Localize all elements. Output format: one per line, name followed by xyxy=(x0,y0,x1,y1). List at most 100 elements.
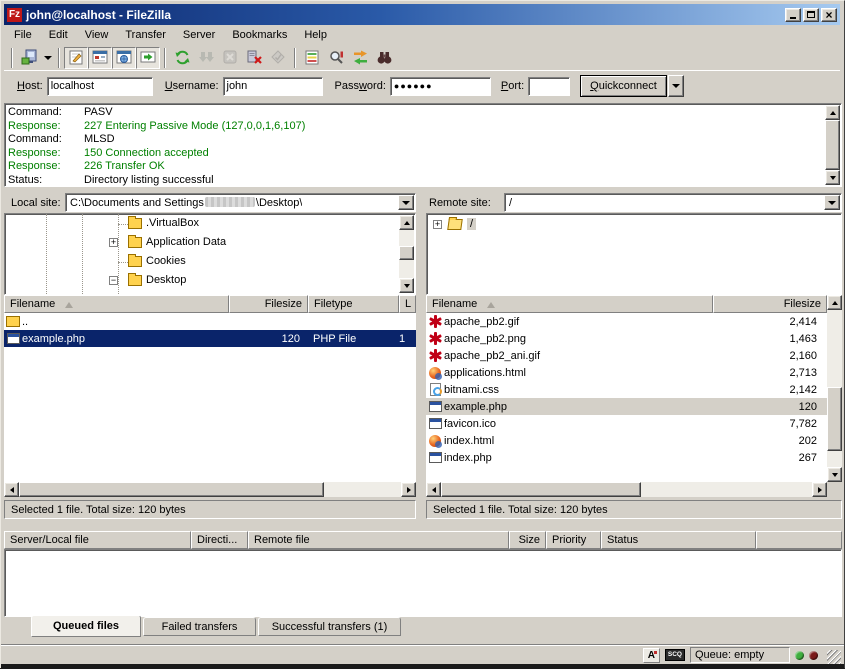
menu-file[interactable]: File xyxy=(6,26,41,44)
password-input[interactable]: ●●●●●● xyxy=(390,77,491,96)
site-manager-button[interactable] xyxy=(17,47,41,69)
toggle-remote-tree-button[interactable] xyxy=(112,47,136,69)
file-row[interactable]: applications.html2,713 xyxy=(426,364,827,381)
find-files-button[interactable] xyxy=(372,47,396,69)
scroll-thumb[interactable] xyxy=(825,120,840,170)
file-row[interactable]: favicon.ico7,782 xyxy=(426,415,827,432)
column-header-filename[interactable]: Filename xyxy=(426,295,713,313)
file-row-example-php[interactable]: example.php120 xyxy=(426,398,827,415)
remote-site-combo[interactable]: / xyxy=(504,193,842,212)
tab-successful-transfers[interactable]: Successful transfers (1) xyxy=(258,617,401,636)
scroll-thumb[interactable] xyxy=(399,246,414,260)
column-header-server-local-file[interactable]: Server/Local file xyxy=(4,531,191,549)
file-row[interactable]: apache_pb2_ani.gif2,160 xyxy=(426,347,827,364)
scroll-up-button[interactable] xyxy=(399,215,414,230)
column-header-direction[interactable]: Directi... xyxy=(191,531,248,549)
scroll-down-button[interactable] xyxy=(827,467,842,482)
tree-item-virtualbox[interactable]: .VirtualBox xyxy=(5,215,415,234)
file-row[interactable]: apache_pb2.gif2,414 xyxy=(426,313,827,330)
column-header-filetype[interactable]: Filetype xyxy=(308,295,399,313)
file-row-example-php[interactable]: example.php 120 PHP File 1 xyxy=(4,330,416,347)
directory-comparison-button[interactable] xyxy=(300,47,324,69)
menu-server[interactable]: Server xyxy=(175,26,224,44)
queue-list[interactable] xyxy=(4,549,842,617)
column-header-filesize[interactable]: Filesize xyxy=(713,295,827,313)
quickconnect-dropdown-button[interactable] xyxy=(668,75,684,97)
close-button[interactable]: × xyxy=(821,8,837,22)
username-input[interactable]: john xyxy=(223,77,323,96)
reconnect-button[interactable] xyxy=(266,47,290,69)
tab-queued-files[interactable]: Queued files xyxy=(31,615,141,637)
port-input[interactable] xyxy=(528,77,570,96)
collapse-minus-icon[interactable]: − xyxy=(109,276,118,285)
menu-view[interactable]: View xyxy=(77,26,118,44)
tree-item-desktop[interactable]: − Desktop xyxy=(5,272,415,291)
tab-failed-transfers[interactable]: Failed transfers xyxy=(143,617,256,636)
tree-item-cookies[interactable]: Cookies xyxy=(5,253,415,272)
menu-bar: File Edit View Transfer Server Bookmarks… xyxy=(4,25,840,45)
scroll-left-button[interactable] xyxy=(426,482,441,497)
scroll-up-button[interactable] xyxy=(827,295,842,310)
file-row[interactable]: bitnami.css2,142 xyxy=(426,381,827,398)
port-label: Port: xyxy=(501,80,524,92)
local-site-combo[interactable]: C:\Documents and Settings\Desktop\ xyxy=(65,193,416,212)
column-header-size[interactable]: Size xyxy=(509,531,546,549)
minimize-button[interactable] xyxy=(785,8,801,22)
host-input[interactable]: localhost xyxy=(47,77,153,96)
column-header-status[interactable]: Status xyxy=(601,531,756,549)
resize-grip[interactable] xyxy=(827,650,841,664)
menu-bookmarks[interactable]: Bookmarks xyxy=(224,26,296,44)
scroll-thumb[interactable] xyxy=(827,387,842,451)
disconnect-button[interactable] xyxy=(242,47,266,69)
column-header-remote-file[interactable]: Remote file xyxy=(248,531,509,549)
column-header-filename[interactable]: Filename xyxy=(4,295,229,313)
file-row-parent-dir[interactable]: .. xyxy=(4,313,416,330)
remote-list-scrollbar[interactable] xyxy=(827,295,842,482)
refresh-button[interactable] xyxy=(170,47,194,69)
scroll-thumb[interactable] xyxy=(441,482,641,497)
toggle-transfer-queue-button[interactable] xyxy=(136,47,160,69)
local-list-hscrollbar[interactable] xyxy=(4,482,416,497)
expand-plus-icon[interactable]: + xyxy=(109,238,118,247)
local-site-dropdown-button[interactable] xyxy=(398,195,414,210)
scroll-left-button[interactable] xyxy=(4,482,19,497)
expand-plus-icon[interactable]: + xyxy=(433,220,442,229)
scroll-right-button[interactable] xyxy=(401,482,416,497)
maximize-button[interactable] xyxy=(803,8,819,22)
file-row[interactable]: apache_pb2.png1,463 xyxy=(426,330,827,347)
column-header-priority[interactable]: Priority xyxy=(546,531,601,549)
tree-item-root[interactable]: + / xyxy=(427,216,841,235)
tree-item-application-data[interactable]: + Application Data xyxy=(5,234,415,253)
synchronized-browsing-button[interactable] xyxy=(348,47,372,69)
reconnect-icon xyxy=(270,49,287,66)
window-controls: × xyxy=(785,8,837,22)
remote-site-dropdown-button[interactable] xyxy=(824,195,840,210)
chevron-down-icon xyxy=(828,201,836,209)
scroll-down-button[interactable] xyxy=(825,170,840,185)
file-row[interactable]: index.php267 xyxy=(426,449,827,466)
toggle-message-log-button[interactable] xyxy=(64,47,88,69)
site-manager-dropdown-button[interactable] xyxy=(41,47,54,69)
menu-transfer[interactable]: Transfer xyxy=(117,26,175,44)
log-scrollbar[interactable] xyxy=(825,105,840,185)
process-queue-button[interactable] xyxy=(194,47,218,69)
toggle-local-tree-button[interactable] xyxy=(88,47,112,69)
file-row[interactable]: index.html202 xyxy=(426,432,827,449)
menu-help[interactable]: Help xyxy=(296,26,336,44)
column-header-lastmodified[interactable]: L xyxy=(399,295,416,313)
column-header-filesize[interactable]: Filesize xyxy=(229,295,308,313)
log-line: Command:MLSD xyxy=(8,133,823,147)
menu-edit[interactable]: Edit xyxy=(41,26,77,44)
scroll-right-button[interactable] xyxy=(812,482,827,497)
quickconnect-button[interactable]: Quickconnect xyxy=(580,75,667,97)
local-tree-scrollbar[interactable] xyxy=(399,215,414,293)
cancel-operation-button[interactable] xyxy=(218,47,242,69)
toolbar-separator xyxy=(164,48,166,68)
php-file-icon xyxy=(429,452,442,463)
scroll-down-button[interactable] xyxy=(399,278,414,293)
scroll-thumb[interactable] xyxy=(19,482,324,497)
redacted-username xyxy=(205,197,255,207)
filter-button[interactable] xyxy=(324,47,348,69)
remote-list-hscrollbar[interactable] xyxy=(426,482,827,497)
scroll-up-button[interactable] xyxy=(825,105,840,120)
